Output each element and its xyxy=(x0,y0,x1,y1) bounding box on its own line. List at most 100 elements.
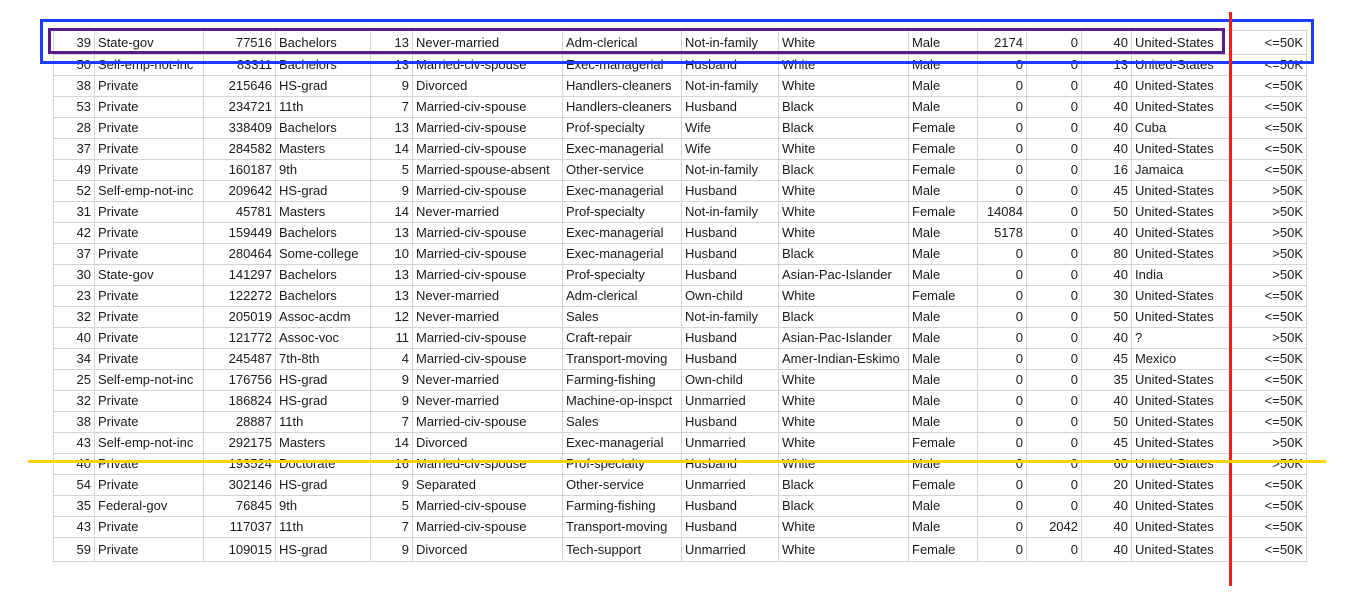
table-cell[interactable]: Assoc-voc xyxy=(275,327,371,349)
table-cell[interactable]: 0 xyxy=(1026,306,1082,328)
table-cell[interactable]: United-States xyxy=(1131,537,1231,562)
table-cell[interactable]: Transport-moving xyxy=(562,516,682,538)
table-cell[interactable]: Exec-managerial xyxy=(562,54,682,76)
table-cell[interactable]: Divorced xyxy=(412,537,563,562)
table-cell[interactable]: Married-civ-spouse xyxy=(412,516,563,538)
table-cell[interactable]: 11th xyxy=(275,516,371,538)
table-cell[interactable]: Private xyxy=(94,306,204,328)
table-cell[interactable]: 159449 xyxy=(203,222,276,244)
table-cell[interactable]: United-States xyxy=(1131,411,1231,433)
table-cell[interactable]: 45781 xyxy=(203,201,276,223)
table-cell[interactable]: White xyxy=(778,201,909,223)
table-cell[interactable]: Male xyxy=(908,411,978,433)
table-cell[interactable]: Asian-Pac-Islander xyxy=(778,264,909,286)
table-cell[interactable]: Male xyxy=(908,390,978,412)
table-cell[interactable]: Not-in-family xyxy=(681,75,779,97)
table-cell[interactable]: United-States xyxy=(1131,222,1231,244)
table-cell[interactable]: Black xyxy=(778,117,909,139)
table-cell[interactable]: 40 xyxy=(1081,75,1132,97)
table-cell[interactable]: 205019 xyxy=(203,306,276,328)
table-cell[interactable]: 0 xyxy=(977,285,1027,307)
table-cell[interactable]: 0 xyxy=(1026,222,1082,244)
table-cell[interactable]: 13 xyxy=(370,222,413,244)
table-cell[interactable]: 292175 xyxy=(203,432,276,454)
table-cell[interactable]: Wife xyxy=(681,138,779,160)
table-cell[interactable]: Male xyxy=(908,180,978,202)
table-cell[interactable]: 40 xyxy=(1081,390,1132,412)
table-cell[interactable]: 30 xyxy=(53,264,95,286)
table-cell[interactable]: 0 xyxy=(977,453,1027,475)
table-cell[interactable]: 23 xyxy=(53,285,95,307)
table-cell[interactable]: 338409 xyxy=(203,117,276,139)
table-cell[interactable]: Female xyxy=(908,201,978,223)
table-cell[interactable]: 40 xyxy=(53,327,95,349)
table-cell[interactable]: Transport-moving xyxy=(562,348,682,370)
table-cell[interactable]: 39 xyxy=(53,30,95,55)
table-cell[interactable]: 0 xyxy=(1026,348,1082,370)
table-cell[interactable]: Separated xyxy=(412,474,563,496)
table-cell[interactable]: Not-in-family xyxy=(681,30,779,55)
table-cell[interactable]: HS-grad xyxy=(275,474,371,496)
table-cell[interactable]: White xyxy=(778,432,909,454)
table-cell[interactable]: 0 xyxy=(1026,201,1082,223)
table-cell[interactable]: Female xyxy=(908,537,978,562)
table-cell[interactable]: Husband xyxy=(681,516,779,538)
table-cell[interactable]: 28 xyxy=(53,117,95,139)
table-cell[interactable]: 0 xyxy=(977,348,1027,370)
table-cell[interactable]: <=50K xyxy=(1230,474,1307,496)
table-cell[interactable]: 32 xyxy=(53,390,95,412)
table-cell[interactable]: Married-civ-spouse xyxy=(412,264,563,286)
table-cell[interactable]: United-States xyxy=(1131,54,1231,76)
table-cell[interactable]: Other-service xyxy=(562,159,682,181)
table-cell[interactable]: <=50K xyxy=(1230,306,1307,328)
table-cell[interactable]: Married-civ-spouse xyxy=(412,117,563,139)
table-cell[interactable]: Female xyxy=(908,474,978,496)
table-cell[interactable]: HS-grad xyxy=(275,369,371,391)
table-cell[interactable]: 42 xyxy=(53,222,95,244)
table-cell[interactable]: 40 xyxy=(1081,537,1132,562)
table-cell[interactable]: Black xyxy=(778,306,909,328)
table-cell[interactable]: Male xyxy=(908,327,978,349)
table-cell[interactable]: White xyxy=(778,453,909,475)
table-cell[interactable]: Bachelors xyxy=(275,117,371,139)
table-cell[interactable]: 0 xyxy=(1026,75,1082,97)
table-cell[interactable]: <=50K xyxy=(1230,411,1307,433)
table-cell[interactable]: <=50K xyxy=(1230,390,1307,412)
table-cell[interactable]: Husband xyxy=(681,243,779,265)
table-cell[interactable]: Divorced xyxy=(412,432,563,454)
table-cell[interactable]: United-States xyxy=(1131,432,1231,454)
table-cell[interactable]: United-States xyxy=(1131,75,1231,97)
table-cell[interactable]: Male xyxy=(908,369,978,391)
table-cell[interactable]: 0 xyxy=(1026,537,1082,562)
table-cell[interactable]: Self-emp-not-inc xyxy=(94,369,204,391)
table-cell[interactable]: White xyxy=(778,54,909,76)
table-cell[interactable]: 13 xyxy=(370,117,413,139)
table-cell[interactable]: Married-civ-spouse xyxy=(412,348,563,370)
table-cell[interactable]: Private xyxy=(94,411,204,433)
table-cell[interactable]: Asian-Pac-Islander xyxy=(778,327,909,349)
table-cell[interactable]: Divorced xyxy=(412,75,563,97)
table-cell[interactable]: 0 xyxy=(1026,96,1082,118)
table-cell[interactable]: Male xyxy=(908,96,978,118)
table-cell[interactable]: 2042 xyxy=(1026,516,1082,538)
table-cell[interactable]: 109015 xyxy=(203,537,276,562)
table-cell[interactable]: Married-civ-spouse xyxy=(412,327,563,349)
table-cell[interactable]: Not-in-family xyxy=(681,159,779,181)
table-cell[interactable]: Female xyxy=(908,159,978,181)
table-cell[interactable]: Husband xyxy=(681,264,779,286)
table-cell[interactable]: 40 xyxy=(1081,495,1132,517)
table-cell[interactable]: >50K xyxy=(1230,327,1307,349)
table-cell[interactable]: Bachelors xyxy=(275,222,371,244)
table-cell[interactable]: 54 xyxy=(53,474,95,496)
table-cell[interactable]: 0 xyxy=(1026,369,1082,391)
table-cell[interactable]: Married-civ-spouse xyxy=(412,54,563,76)
table-cell[interactable]: <=50K xyxy=(1230,96,1307,118)
table-cell[interactable]: 0 xyxy=(977,537,1027,562)
table-cell[interactable]: Tech-support xyxy=(562,537,682,562)
table-cell[interactable]: Exec-managerial xyxy=(562,222,682,244)
table-cell[interactable]: 32 xyxy=(53,306,95,328)
table-cell[interactable]: Never-married xyxy=(412,306,563,328)
table-cell[interactable]: Self-emp-not-inc xyxy=(94,180,204,202)
table-cell[interactable]: 0 xyxy=(977,243,1027,265)
table-cell[interactable]: Sales xyxy=(562,411,682,433)
